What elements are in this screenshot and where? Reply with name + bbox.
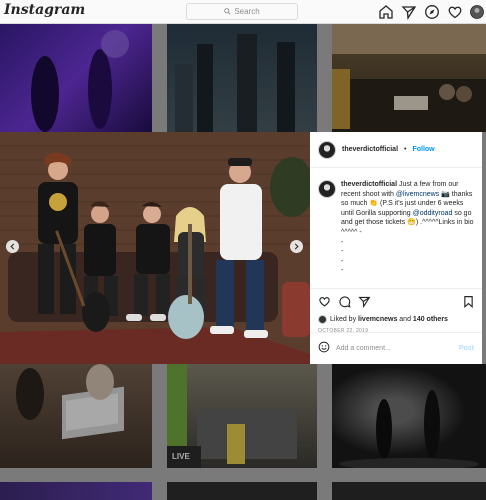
search-icon [224,8,231,15]
grid-photo[interactable]: LIVE [167,364,317,468]
profile-icon[interactable] [469,4,485,20]
mention-oddityroad[interactable]: @oddityroad [413,210,453,217]
caption-dash: - [341,248,344,256]
home-icon[interactable] [378,4,394,20]
liked-prefix: Liked by [330,316,359,323]
instagram-logo[interactable]: Instagram [4,2,85,18]
grid-photo[interactable] [332,24,486,132]
grid-photo[interactable] [0,482,152,500]
grid-photo[interactable] [0,364,152,468]
activity-icon[interactable] [447,4,463,20]
caption-dash: - [341,238,344,246]
search-placeholder: Search [234,7,260,16]
comment-box: Add a comment... Post [310,332,482,364]
grid-photo[interactable] [167,24,317,132]
post-photo[interactable] [0,132,310,364]
caption-avatar[interactable] [318,180,336,198]
liked-user[interactable]: livemcnews [358,316,397,323]
search-input[interactable]: Search [186,3,298,20]
post-panel: theverdictofficial • Follow theverdictof… [310,132,482,364]
post-caption: theverdictofficial Just a few from our r… [318,180,478,276]
bookmark-icon[interactable] [462,295,475,309]
caption-text: theverdictofficial Just a few from our r… [341,180,478,238]
liked-count[interactable]: 140 others [413,316,448,323]
follow-button[interactable]: Follow [412,146,434,153]
caption-dash: - [341,257,344,265]
explore-icon[interactable] [424,4,440,20]
top-nav: Instagram Search [0,0,486,24]
direct-icon[interactable] [401,4,417,20]
comment-icon[interactable] [338,295,351,308]
previous-arrow-button[interactable] [6,240,19,253]
likes-summary: Liked by livemcnews and 140 others [318,315,448,324]
heart-icon[interactable] [318,295,331,308]
grid-photo[interactable] [167,482,317,500]
grid-photo[interactable] [332,364,486,468]
caption-username[interactable]: theverdictofficial [341,181,397,188]
grid-photo[interactable] [332,482,486,500]
grid-photo[interactable] [0,24,152,132]
emoji-icon[interactable] [318,340,330,358]
chevron-left-icon [10,243,15,250]
chevron-right-icon [294,243,299,250]
post-comment-button[interactable]: Post [459,345,474,352]
share-icon[interactable] [358,295,371,309]
separator-dot: • [404,146,407,153]
mention-livemcnews[interactable]: @livemcnews [396,191,439,198]
caption-dash: - [341,267,344,275]
comment-input[interactable]: Add a comment... [336,345,453,352]
post-header: theverdictofficial • Follow [310,132,482,168]
next-arrow-button[interactable] [290,240,303,253]
liker-avatar[interactable] [318,315,327,324]
avatar[interactable] [318,140,336,159]
post-username[interactable]: theverdictofficial [342,146,398,153]
liked-mid: and [397,316,413,323]
